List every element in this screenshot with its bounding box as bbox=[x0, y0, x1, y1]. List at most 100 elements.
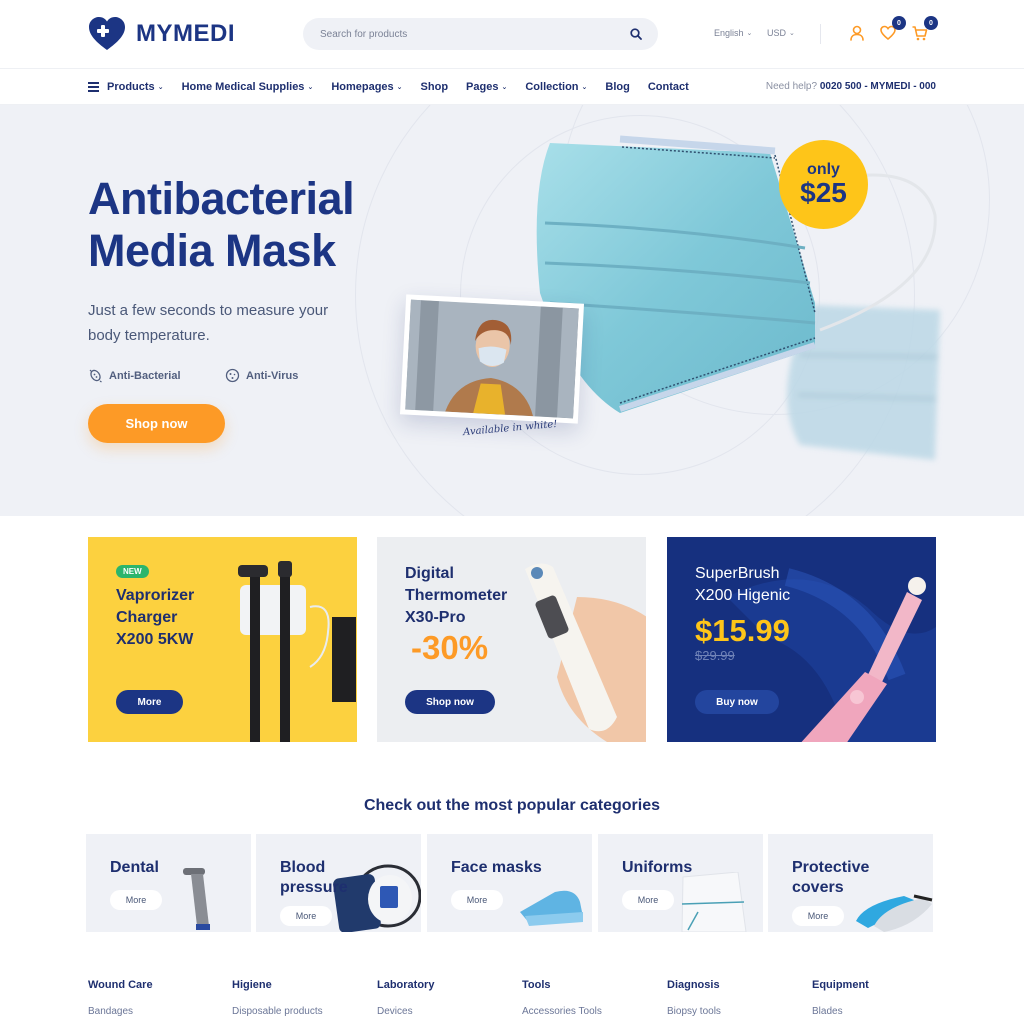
hero-banner: Antibacterial Media Mask Just a few seco… bbox=[0, 105, 1024, 516]
help-phone[interactable]: 0020 500 - MYMEDI - 000 bbox=[820, 81, 936, 92]
promo-title-line: X200 5KW bbox=[116, 631, 194, 648]
categories-heading: Check out the most popular categories bbox=[363, 797, 661, 814]
divider bbox=[820, 24, 821, 44]
category-title-text: Protective covers bbox=[792, 859, 870, 896]
nav-item-contact[interactable]: Contact bbox=[648, 81, 689, 93]
thermometer-image bbox=[525, 563, 646, 742]
nav-item-label: Collection bbox=[525, 81, 579, 93]
footer-link[interactable]: Blades bbox=[812, 1006, 869, 1017]
promo-title: Vaprorizer Charger X200 5KW bbox=[116, 585, 194, 651]
footer-column-heading[interactable]: Laboratory bbox=[377, 979, 434, 991]
virus-icon bbox=[225, 368, 240, 383]
footer-column-laboratory: Laboratory Devices bbox=[377, 979, 434, 1017]
original-price: $29.99 bbox=[695, 648, 735, 663]
hero-title-line: Antibacterial bbox=[88, 173, 355, 224]
new-badge: NEW bbox=[116, 565, 149, 578]
logo-text: MYMEDI bbox=[136, 20, 235, 47]
nav-item-collection[interactable]: Collection ⌄ bbox=[525, 81, 587, 93]
help-contact: Need help? 0020 500 - MYMEDI - 000 bbox=[766, 81, 936, 92]
blood-pressure-monitor-image bbox=[333, 864, 421, 932]
promo-title-line: X200 Higenic bbox=[695, 587, 791, 604]
main-nav: Products ⌄ Home Medical Supplies ⌄ Homep… bbox=[0, 68, 1024, 105]
shop-now-button[interactable]: Shop now bbox=[405, 690, 495, 714]
language-label: English bbox=[714, 28, 744, 38]
more-button[interactable]: More bbox=[792, 906, 844, 926]
category-card-face-masks[interactable]: Face masks More bbox=[427, 834, 592, 932]
hero-title-line: Media Mask bbox=[88, 225, 336, 276]
category-title: Blood pressure bbox=[280, 859, 348, 896]
footer-column-higiene: Higiene Disposable products bbox=[232, 979, 323, 1017]
nav-item-homepages[interactable]: Homepages ⌄ bbox=[331, 81, 402, 93]
category-card-uniforms[interactable]: Uniforms More bbox=[598, 834, 763, 932]
more-button[interactable]: More bbox=[280, 906, 332, 926]
nav-item-label: Pages bbox=[466, 81, 499, 93]
footer-link[interactable]: Accessories Tools bbox=[522, 1006, 602, 1017]
price-badge: only $25 bbox=[779, 140, 868, 229]
footer-link[interactable]: Biopsy tools bbox=[667, 1006, 721, 1017]
chevron-down-icon: ⌄ bbox=[789, 30, 795, 37]
face-masks-image bbox=[520, 890, 583, 926]
wishlist-button[interactable]: 0 bbox=[879, 16, 906, 42]
chevron-down-icon: ⌄ bbox=[581, 84, 588, 91]
nav-item-label: Contact bbox=[647, 81, 689, 93]
more-button[interactable]: More bbox=[116, 690, 183, 714]
chevron-down-icon: ⌄ bbox=[501, 84, 508, 91]
feature-label: Anti-Virus bbox=[246, 369, 299, 382]
nav-item-pages[interactable]: Pages ⌄ bbox=[466, 81, 507, 93]
promo-card-vaporizer[interactable]: NEW Vaprorizer Charger X200 5KW More bbox=[88, 537, 357, 742]
footer-column-equipment: Equipment Blades bbox=[812, 979, 869, 1017]
logo[interactable]: MYMEDI bbox=[88, 17, 235, 51]
diagnostic-wall-set-image bbox=[238, 561, 356, 742]
footer-column-heading[interactable]: Higiene bbox=[232, 979, 323, 991]
footer-column-diagnosis: Diagnosis Biopsy tools bbox=[667, 979, 721, 1017]
footer-link[interactable]: Bandages bbox=[88, 1006, 153, 1017]
search-button[interactable] bbox=[628, 26, 644, 42]
promo-card-toothbrush[interactable]: SuperBrush X200 Higenic $15.99 $29.99 Bu… bbox=[667, 537, 936, 742]
shop-now-button[interactable]: Shop now bbox=[88, 404, 225, 443]
nav-item-label: Homepages bbox=[331, 81, 394, 93]
footer-link[interactable]: Disposable products bbox=[232, 1006, 323, 1017]
footer-column-heading[interactable]: Wound Care bbox=[88, 979, 153, 991]
dental-handpiece-image bbox=[183, 868, 210, 930]
cart-count-badge: 0 bbox=[924, 16, 938, 30]
nav-item-label: Home Medical Supplies bbox=[181, 81, 305, 93]
chevron-down-icon: ⌄ bbox=[396, 84, 403, 91]
currency-label: USD bbox=[767, 28, 787, 38]
account-button[interactable] bbox=[848, 24, 866, 42]
nav-item-label: Shop bbox=[420, 81, 449, 93]
more-button[interactable]: More bbox=[622, 890, 674, 910]
model-photo bbox=[399, 294, 585, 424]
footer-column-heading[interactable]: Tools bbox=[522, 979, 602, 991]
chevron-down-icon: ⌄ bbox=[307, 84, 314, 91]
category-card-blood-pressure[interactable]: Blood pressure More bbox=[256, 834, 421, 932]
category-title: Face masks bbox=[451, 859, 542, 876]
footer-column-wound-care: Wound Care Bandages bbox=[88, 979, 153, 1017]
buy-now-button[interactable]: Buy now bbox=[695, 690, 779, 714]
language-selector[interactable]: English ⌄ bbox=[714, 28, 752, 38]
promo-title-line: Charger bbox=[116, 609, 178, 626]
search-input[interactable] bbox=[320, 28, 628, 40]
more-button[interactable]: More bbox=[110, 890, 162, 910]
category-card-dental[interactable]: Dental More bbox=[86, 834, 251, 932]
more-button[interactable]: More bbox=[451, 890, 503, 910]
nav-item-blog[interactable]: Blog bbox=[605, 81, 629, 93]
woman-wearing-mask-image bbox=[405, 299, 579, 419]
cart-button[interactable]: 0 bbox=[911, 16, 938, 42]
footer-link[interactable]: Devices bbox=[377, 1006, 434, 1017]
promo-title-line: Vaprorizer bbox=[116, 587, 195, 604]
nav-item-shop[interactable]: Shop bbox=[421, 81, 449, 93]
category-card-protective-covers[interactable]: Protective covers More bbox=[768, 834, 933, 932]
promo-card-thermometer[interactable]: Digital Thermometer X30-Pro -30% Shop no… bbox=[377, 537, 646, 742]
feature-anti-virus: Anti-Virus bbox=[225, 368, 298, 383]
currency-selector[interactable]: USD ⌄ bbox=[767, 28, 795, 38]
search-icon bbox=[630, 28, 642, 40]
chevron-down-icon: ⌄ bbox=[746, 30, 753, 37]
footer-column-heading[interactable]: Diagnosis bbox=[667, 979, 721, 991]
nav-item-products[interactable]: Products ⌄ bbox=[88, 80, 164, 94]
heart-cross-logo-icon bbox=[89, 17, 125, 50]
footer-column-heading[interactable]: Equipment bbox=[812, 979, 869, 991]
menu-icon bbox=[88, 80, 99, 94]
nav-item-home-medical-supplies[interactable]: Home Medical Supplies ⌄ bbox=[182, 81, 314, 93]
electric-toothbrush-image bbox=[801, 577, 926, 742]
promo-title-line: X30-Pro bbox=[405, 609, 466, 626]
